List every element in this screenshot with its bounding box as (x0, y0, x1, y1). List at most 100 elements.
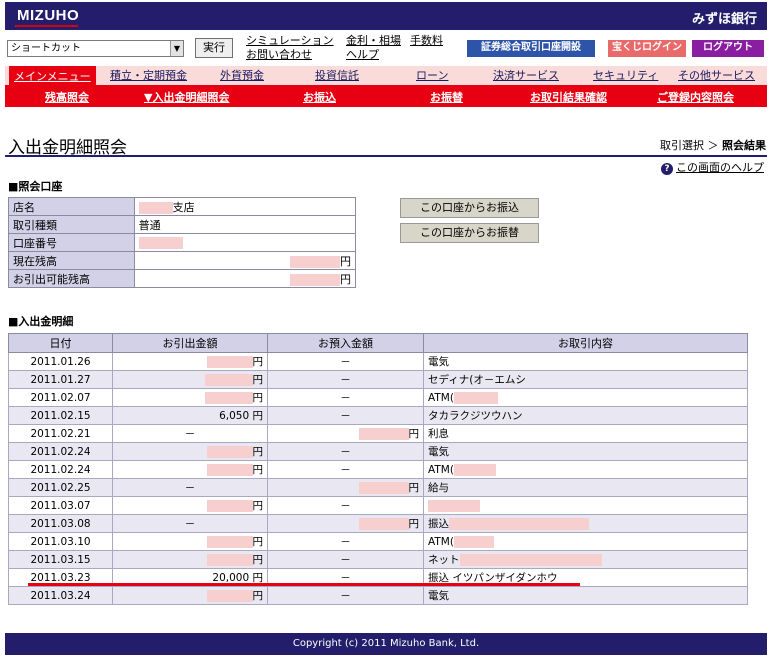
row-deposit-cell: 円 (267, 424, 424, 443)
subtab-statement[interactable]: ▼入出金明細照会 (144, 89, 229, 105)
row-date: 2011.03.08 (30, 517, 91, 530)
redaction (453, 391, 498, 404)
row-withdrawal: 円 (252, 536, 264, 548)
redaction (290, 273, 340, 286)
account-table: 店名 支店 取引種類 普通 口座番号 現在残高 円 お引出可能残高 円 (8, 197, 357, 288)
bank-name: みずほ銀行 (691, 12, 757, 27)
shortcut-select[interactable]: ショートカット ▼ (7, 40, 184, 57)
account-row: お引出可能残高 円 (8, 269, 357, 288)
securities-account-button[interactable]: 証券総合取引口座開設 (467, 40, 595, 57)
transfer-from-account-button[interactable]: この口座からお振込 (400, 198, 539, 218)
row-date-cell: 2011.02.15 (8, 406, 113, 425)
account-value: 普通 (133, 215, 357, 234)
tab-main-menu[interactable]: メインメニュー (9, 66, 96, 85)
row-withdrawal: 円 (252, 392, 264, 404)
subtab-registration-info[interactable]: ご登録内容照会 (657, 89, 734, 105)
logout-button[interactable]: ログアウト (692, 40, 764, 57)
tab-security[interactable]: セキュリティ (593, 67, 658, 83)
row-withdrawal-cell: 円 (112, 388, 268, 407)
question-icon: ? (661, 163, 673, 175)
row-date: 2011.02.24 (30, 463, 91, 476)
row-withdrawal: 円 (252, 374, 264, 386)
row-deposit-cell: － (267, 532, 424, 551)
subtab-transfer[interactable]: お振込 (303, 89, 336, 105)
row-deposit: － (340, 554, 351, 566)
tab-investment-trust[interactable]: 投資信託 (315, 67, 359, 83)
redaction (206, 464, 253, 476)
subtab-transaction-results[interactable]: お取引結果確認 (530, 89, 607, 105)
tab-foreign-currency[interactable]: 外貨預金 (220, 67, 264, 83)
redaction (290, 255, 340, 268)
simulation-link[interactable]: シミュレーション (246, 34, 334, 48)
table-row: 2011.03.24 円 － 電気 (8, 586, 748, 605)
tab-loan[interactable]: ローン (416, 67, 448, 83)
breadcrumb-prev: 取引選択 (660, 139, 704, 152)
subtab-balance[interactable]: 残高照会 (45, 89, 89, 105)
page-help-link[interactable]: ? この画面のヘルプ (661, 159, 764, 175)
table-row: 2011.03.10 円 － ATM( (8, 532, 748, 551)
row-description-cell: 電気 (423, 352, 748, 371)
row-date-cell: 2011.03.10 (8, 532, 113, 551)
breadcrumb-current: 照会結果 (722, 139, 766, 152)
row-description-cell: セディナ(オ－エムシ (423, 370, 748, 389)
row-date-cell: 2011.02.24 (8, 442, 113, 461)
row-description: ATM( (428, 535, 454, 548)
row-description: ネット (428, 554, 460, 566)
redaction (204, 374, 253, 386)
mizuho-logo: MIZUHO (17, 7, 80, 24)
row-deposit-cell: 円 (267, 478, 424, 497)
fees-link[interactable]: 手数料 (410, 34, 443, 48)
footer: Copyright (c) 2011 Mizuho Bank, Ltd. (5, 633, 767, 655)
account-value: 円 (340, 272, 351, 286)
table-row: 2011.02.07 円 － ATM( (8, 388, 748, 407)
row-date: 2011.02.07 (30, 391, 91, 404)
rates-link[interactable]: 金利・相場 (346, 34, 401, 48)
row-withdrawal-cell: 円 (112, 586, 268, 605)
table-row: 2011.01.27 円 － セディナ(オ－エムシ (8, 370, 748, 389)
table-row: 2011.01.26 円 － 電気 (8, 352, 748, 371)
highlight-underline (28, 583, 580, 586)
row-deposit: － (340, 374, 351, 386)
tab-payment-services[interactable]: 決済サービス (493, 67, 559, 83)
contact-link[interactable]: お問い合わせ (246, 48, 312, 62)
chevron-down-icon[interactable]: ▼ (170, 41, 183, 56)
redaction (206, 590, 253, 602)
row-withdrawal-cell: 円 (112, 496, 268, 515)
row-description-cell (423, 496, 748, 515)
help-link[interactable]: ヘルプ (346, 48, 379, 62)
tab-savings[interactable]: 積立・定期預金 (110, 67, 187, 83)
subtab-account-transfer[interactable]: お振替 (430, 89, 463, 105)
row-deposit-cell: － (267, 586, 424, 605)
row-deposit: 円 (408, 428, 420, 440)
row-deposit-cell: － (267, 352, 424, 371)
logo-underline (15, 25, 78, 27)
row-date-cell: 2011.03.07 (8, 496, 113, 515)
row-description: 電気 (428, 446, 449, 458)
top-banner: MIZUHO みずほ銀行 (5, 2, 767, 30)
row-date-cell: 2011.03.08 (8, 514, 113, 533)
redaction (206, 356, 253, 368)
redaction (204, 392, 253, 404)
redaction (449, 518, 589, 530)
row-deposit: － (340, 464, 351, 476)
row-date: 2011.02.15 (30, 409, 91, 422)
account-transfer-from-account-button[interactable]: この口座からお振替 (400, 223, 539, 243)
row-withdrawal: 円 (252, 590, 264, 602)
row-description: 利息 (428, 428, 449, 440)
redaction (206, 536, 253, 548)
row-date: 2011.02.24 (30, 445, 91, 458)
row-date: 2011.03.07 (30, 499, 91, 512)
account-heading: ■照会口座 (8, 180, 63, 193)
row-deposit-cell: － (267, 460, 424, 479)
lottery-login-button[interactable]: 宝くじログイン (608, 40, 686, 57)
table-row: 2011.02.24 円 － ATM( (8, 460, 748, 479)
execute-button[interactable]: 実行 (195, 38, 233, 58)
row-date-cell: 2011.02.21 (8, 424, 113, 443)
redaction (206, 500, 253, 512)
row-description: タカラクジツウハン (428, 410, 523, 422)
account-value-cell: 支店 (133, 197, 357, 216)
row-withdrawal-cell: 円 (112, 532, 268, 551)
tab-other-services[interactable]: その他サービス (678, 67, 755, 83)
column-deposit: お預入金額 (267, 333, 424, 353)
row-description: 振込 (428, 518, 449, 530)
